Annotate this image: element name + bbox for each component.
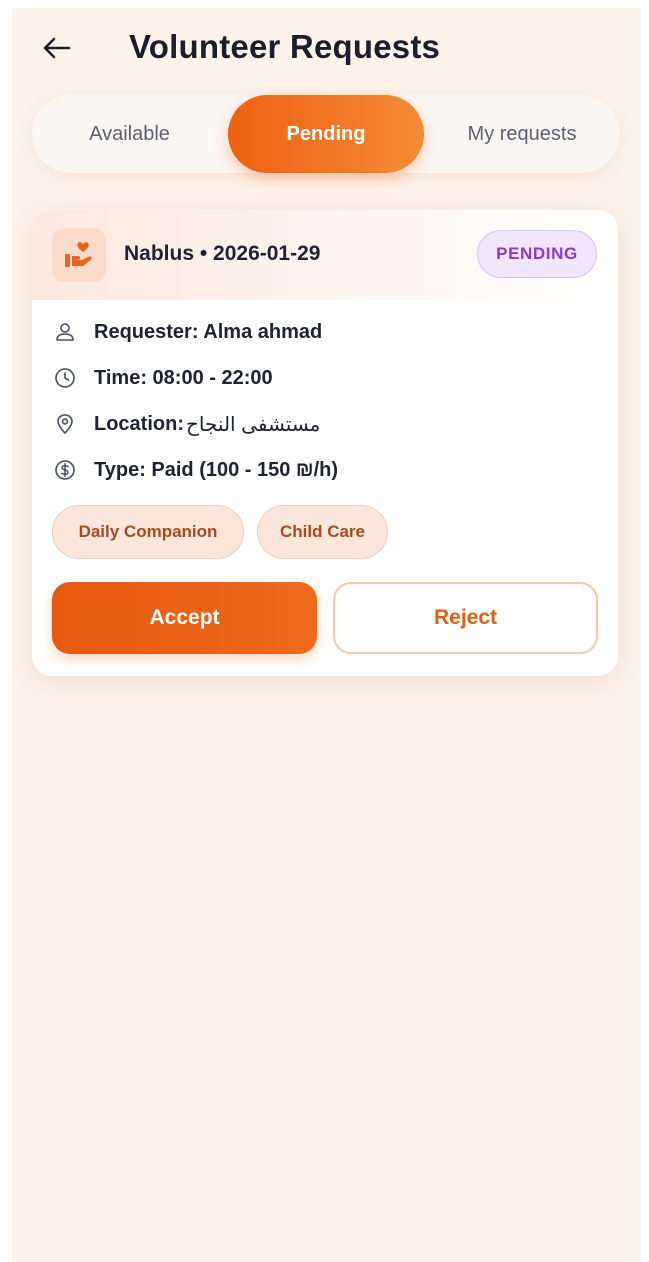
back-button[interactable] <box>36 28 76 68</box>
tag-chip: Child Care <box>257 505 388 559</box>
dollar-icon <box>52 457 78 483</box>
map-pin-icon <box>52 411 78 437</box>
type-text: Type: Paid (100 - 150 ₪/h) <box>94 458 339 481</box>
time-text: Time: 08:00 - 22:00 <box>94 366 273 389</box>
tag-chip: Daily Companion <box>52 505 244 559</box>
location-label: Location: <box>94 412 184 435</box>
reject-button[interactable]: Reject <box>333 582 598 654</box>
requester-row: Requester: Alma ahmad <box>52 318 322 346</box>
request-title: Nablus • 2026-01-29 <box>124 242 321 265</box>
status-badge: PENDING <box>477 230 597 278</box>
time-row: Time: 08:00 - 22:00 <box>52 364 273 392</box>
tab-pending[interactable]: Pending <box>228 95 424 173</box>
location-row: Location: مستشفى النجاح <box>52 410 320 438</box>
clock-icon <box>52 365 78 391</box>
tab-my-requests[interactable]: My requests <box>424 95 620 173</box>
user-icon <box>52 319 78 345</box>
card-header: Nablus • 2026-01-29 PENDING <box>32 210 618 300</box>
category-icon-tile <box>52 228 106 282</box>
screen: Volunteer Requests Available Pending My … <box>12 8 641 1262</box>
tab-available[interactable]: Available <box>32 95 227 173</box>
hand-heart-icon <box>65 242 92 267</box>
request-card: Nablus • 2026-01-29 PENDING Requester: A… <box>32 210 618 676</box>
type-row: Type: Paid (100 - 150 ₪/h) <box>52 456 338 484</box>
app-header: Volunteer Requests <box>12 22 641 74</box>
page-title: Volunteer Requests <box>129 28 441 65</box>
requester-text: Requester: Alma ahmad <box>94 320 323 343</box>
accept-button[interactable]: Accept <box>52 582 317 654</box>
location-value: مستشفى النجاح <box>186 413 321 436</box>
arrow-left-icon <box>43 37 71 59</box>
tab-bar: Available Pending My requests <box>32 95 620 173</box>
